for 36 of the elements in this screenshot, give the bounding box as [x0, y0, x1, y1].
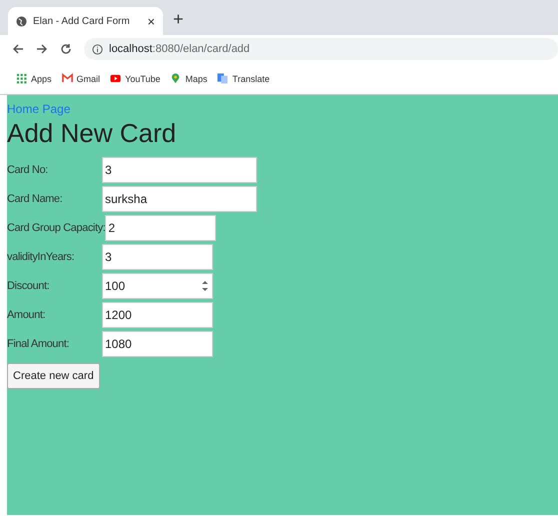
bookmark-link[interactable]: Maps: [170, 73, 208, 84]
field-label: Card No:: [7, 164, 49, 176]
apps-grid-icon: [16, 73, 27, 84]
input-field[interactable]: 1080: [102, 331, 213, 357]
url-text: localhost:8080/elan/card/add: [109, 43, 250, 55]
page-heading: Add New Card: [7, 118, 178, 149]
input-field[interactable]: 1200: [102, 302, 213, 328]
field-label: Final Amount:: [7, 338, 70, 350]
input-field[interactable]: 3: [102, 157, 257, 183]
forward-icon: [36, 43, 48, 55]
mail-icon: [62, 73, 73, 84]
map-pin-icon: [170, 73, 182, 84]
translate-icon: [217, 73, 228, 84]
new-tab-button[interactable]: +: [173, 9, 184, 30]
bookmark-link[interactable]: Gmail: [62, 73, 100, 84]
reload-icon: [60, 43, 72, 55]
field-label: Card Group Capacity:: [7, 222, 106, 234]
field-label: Amount:: [7, 309, 46, 321]
bookmark-link[interactable]: YouTube: [110, 73, 160, 84]
back-icon: [12, 43, 24, 55]
field-label: Discount:: [7, 280, 50, 292]
browser-tab[interactable]: Elan - Add Card Form ×: [8, 7, 163, 35]
field-label: validityInYears:: [7, 251, 76, 263]
tab-title: Elan - Add Card Form: [33, 16, 131, 26]
info-icon: [92, 44, 103, 54]
input-field[interactable]: 3: [102, 244, 213, 270]
close-tab-button[interactable]: ×: [147, 14, 155, 28]
field-label: Card Name:: [7, 193, 64, 205]
play-icon: [110, 73, 122, 84]
address-bar[interactable]: localhost:8080/elan/card/add: [84, 38, 558, 60]
input-field[interactable]: 100: [102, 273, 213, 299]
input-field[interactable]: surksha: [102, 186, 257, 212]
input-field[interactable]: 2: [105, 215, 216, 241]
create-card-button[interactable]: Create new card: [7, 363, 100, 389]
bookmark-link[interactable]: Apps: [16, 73, 52, 84]
bookmark-link[interactable]: Translate: [217, 73, 270, 84]
